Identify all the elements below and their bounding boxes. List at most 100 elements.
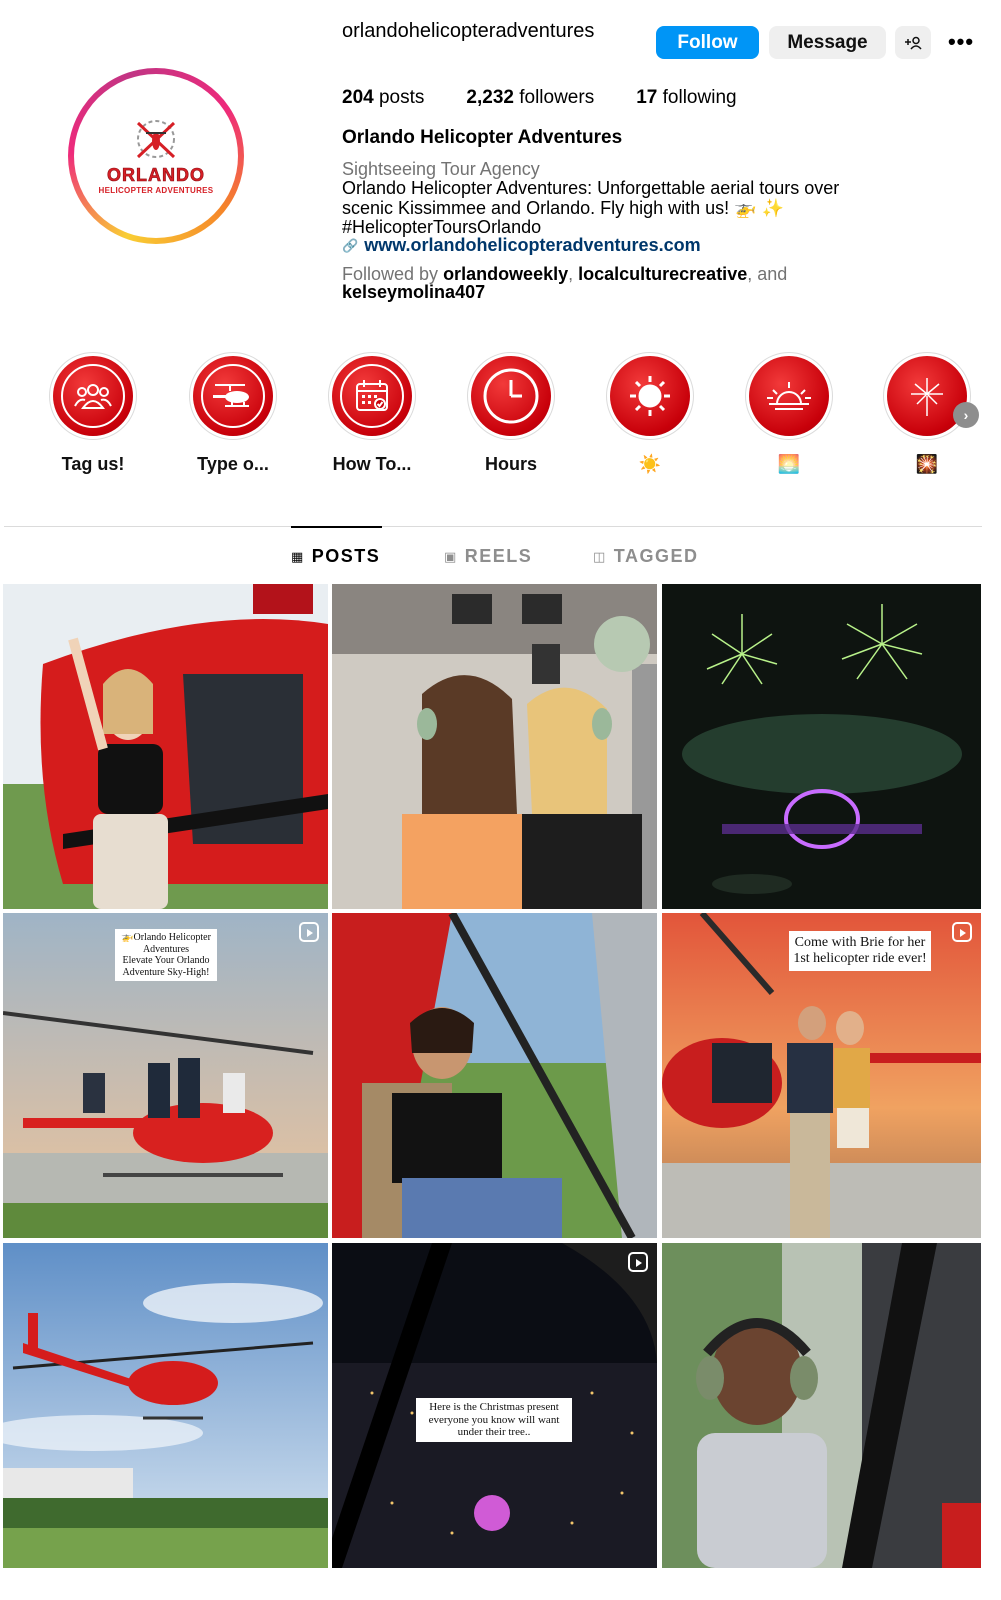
followed-by-user[interactable]: kelseymolina407 xyxy=(342,282,485,302)
highlight-cover-inner xyxy=(61,364,125,428)
highlight-ring xyxy=(467,352,555,440)
post-thumbnail[interactable] xyxy=(662,584,981,909)
highlight-label: 🌅 xyxy=(777,454,801,474)
post-thumbnail[interactable] xyxy=(3,1243,328,1568)
highlight-cover xyxy=(471,356,551,436)
post-image-helicopter-flying xyxy=(3,1243,328,1568)
highlight-label: Tag us! xyxy=(61,454,125,474)
post-thumbnail[interactable]: 🚁Orlando Helicopter Adventures Elevate Y… xyxy=(3,913,328,1238)
profile-category: Sightseeing Tour Agency xyxy=(342,159,540,179)
caption-subtitle: Elevate Your Orlando Adventure Sky-High! xyxy=(122,955,210,978)
highlights-next-button[interactable]: › xyxy=(953,402,979,428)
tab-reels[interactable]: ▣ REELS xyxy=(444,546,532,567)
highlight-cover-inner xyxy=(340,364,404,428)
follow-button[interactable]: Follow xyxy=(656,26,759,59)
profile-stats: 204 posts 2,232 followers 17 following xyxy=(342,86,779,110)
highlight-cover xyxy=(193,356,273,436)
following-stat[interactable]: 17 following xyxy=(636,86,736,110)
link-icon: 🔗 xyxy=(342,237,359,253)
post-caption-overlay: Come with Brie for her 1st helicopter ri… xyxy=(789,931,931,972)
highlight-cover-inner xyxy=(479,364,543,428)
tab-posts[interactable]: ▦ POSTS xyxy=(291,546,380,567)
highlight-cover-inner xyxy=(618,364,682,428)
highlight-cover-inner xyxy=(895,364,959,428)
caption-title: 🚁Orlando Helicopter Adventures xyxy=(121,932,211,955)
highlight-label: Hours xyxy=(484,454,537,474)
grid-icon: ▦ xyxy=(291,548,305,564)
highlight-sun[interactable]: ☀️ xyxy=(605,352,695,474)
add-user-icon xyxy=(905,36,922,50)
post-thumbnail[interactable] xyxy=(332,584,657,909)
bio-line: Orlando Helicopter Adventures: Unforgett… xyxy=(342,178,840,198)
more-options-icon[interactable]: ••• xyxy=(946,29,976,54)
helicopter-logo-icon xyxy=(136,120,176,159)
highlight-label: 🎇 xyxy=(915,454,939,474)
highlight-label: Type o... xyxy=(197,454,269,474)
post-thumbnail[interactable] xyxy=(332,913,657,1238)
active-tab-indicator xyxy=(291,526,382,528)
post-thumbnail[interactable] xyxy=(3,584,328,909)
highlight-cover-inner xyxy=(757,364,821,428)
calendar-icon xyxy=(356,380,388,411)
post-thumbnail[interactable]: Here is the Christmas present everyone y… xyxy=(332,1243,657,1568)
profile-bio: Orlando Helicopter Adventures: Unforgett… xyxy=(342,178,962,238)
website-url[interactable]: www.orlandohelicopteradventures.com xyxy=(364,235,700,256)
highlight-cover-inner xyxy=(201,364,265,428)
profile-username: orlandohelicopteradventures xyxy=(342,20,595,42)
highlight-type-of[interactable]: Type o... xyxy=(188,352,278,474)
tab-label: TAGGED xyxy=(613,546,699,566)
following-count: 17 xyxy=(636,87,658,108)
tagged-icon: ◫ xyxy=(593,548,607,564)
highlight-cover xyxy=(749,356,829,436)
highlight-ring xyxy=(745,352,833,440)
highlight-ring xyxy=(49,352,137,440)
post-thumbnail[interactable]: Come with Brie for her 1st helicopter ri… xyxy=(662,913,981,1238)
following-label: following xyxy=(662,87,737,108)
followed-by[interactable]: Followed by orlandoweekly, localculturec… xyxy=(342,265,902,301)
post-image-helicopter-woman xyxy=(3,584,328,909)
followed-by-user[interactable]: orlandoweekly xyxy=(443,264,568,284)
followers-label: followers xyxy=(519,87,595,108)
helicopter-icon xyxy=(213,384,249,407)
post-caption-overlay: Here is the Christmas present everyone y… xyxy=(416,1398,572,1442)
followed-by-and: , and xyxy=(747,264,788,284)
followed-by-user[interactable]: localculturecreative xyxy=(578,264,747,284)
reels-icon: ▣ xyxy=(444,548,458,564)
followers-stat[interactable]: 2,232 followers xyxy=(466,86,594,110)
highlight-sunset[interactable]: 🌅 xyxy=(744,352,834,474)
profile-avatar-ring[interactable]: ORLANDO HELICOPTER ADVENTURES xyxy=(68,68,244,244)
followers-count: 2,232 xyxy=(466,87,514,108)
profile-full-name: Orlando Helicopter Adventures xyxy=(342,127,623,148)
followed-by-prefix: Followed by xyxy=(342,264,444,284)
highlight-tag-us[interactable]: Tag us! xyxy=(48,352,138,474)
highlight-hours[interactable]: Hours xyxy=(466,352,556,474)
people-icon xyxy=(74,384,112,409)
highlight-label: ☀️ xyxy=(638,454,662,474)
post-image-cockpit-girl xyxy=(332,913,657,1238)
highlight-cover xyxy=(887,356,967,436)
highlight-cover xyxy=(610,356,690,436)
highlight-ring xyxy=(883,352,971,440)
logo-subtitle: HELICOPTER ADVENTURES xyxy=(98,186,214,195)
highlight-how-to[interactable]: How To... xyxy=(327,352,417,474)
tab-label: POSTS xyxy=(311,546,381,566)
highlight-ring xyxy=(328,352,416,440)
highlight-label: How To... xyxy=(332,454,412,474)
post-caption-overlay: 🚁Orlando Helicopter Adventures Elevate Y… xyxy=(115,929,217,981)
post-image-boy-headset xyxy=(662,1243,981,1568)
fireworks-icon xyxy=(911,378,943,416)
posts-stat[interactable]: 204 posts xyxy=(342,86,424,110)
logo-wordmark: ORLANDO xyxy=(107,165,205,186)
sunset-icon xyxy=(767,382,811,410)
highlight-ring xyxy=(189,352,277,440)
reel-icon xyxy=(628,1252,648,1272)
reel-icon xyxy=(952,922,972,942)
message-button[interactable]: Message xyxy=(769,26,886,59)
bio-line: scenic Kissimmee and Orlando. Fly high w… xyxy=(342,197,784,218)
post-thumbnail[interactable] xyxy=(662,1243,981,1568)
suggested-users-button[interactable] xyxy=(895,26,931,59)
profile-website-link[interactable]: 🔗 www.orlandohelicopteradventures.com xyxy=(342,235,701,256)
tab-tagged[interactable]: ◫ TAGGED xyxy=(593,546,698,567)
posts-grid: 🚁Orlando Helicopter Adventures Elevate Y… xyxy=(3,584,981,1600)
profile-avatar[interactable]: ORLANDO HELICOPTER ADVENTURES xyxy=(74,74,238,238)
